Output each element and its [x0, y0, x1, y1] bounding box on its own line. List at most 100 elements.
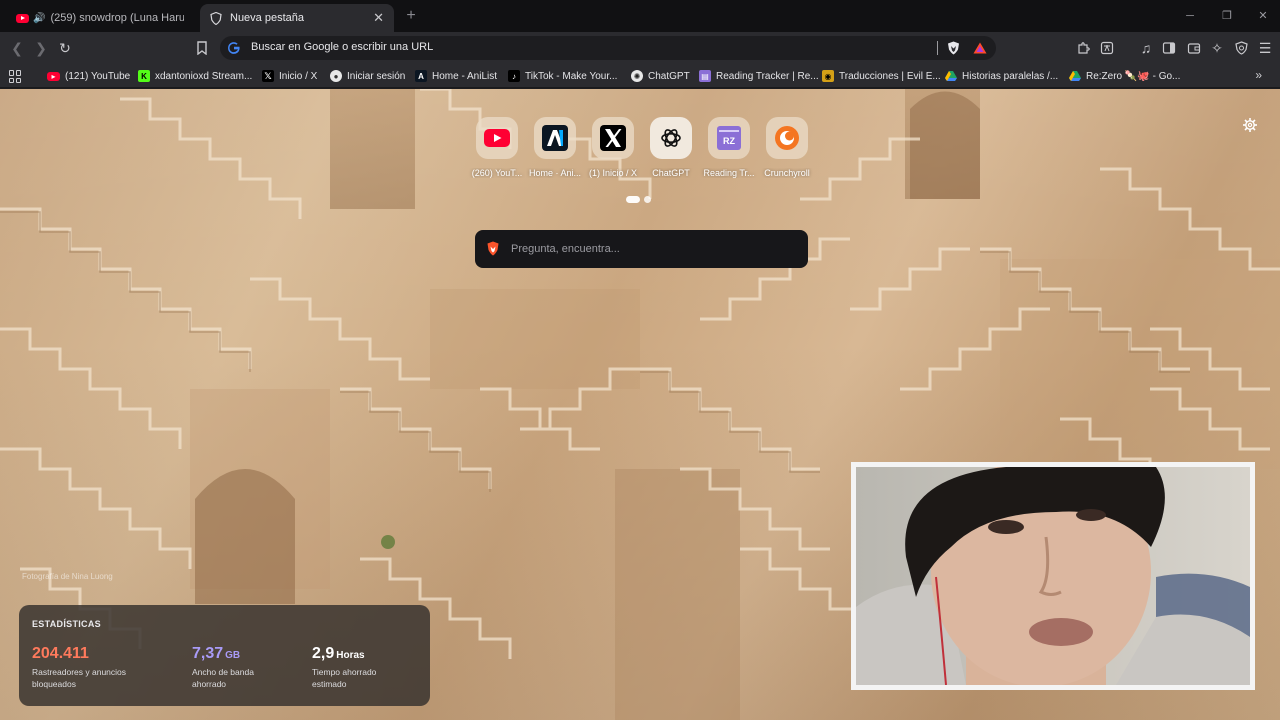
extensions-icon[interactable]: [1074, 38, 1094, 58]
stats-title: ESTADÍSTICAS: [32, 619, 101, 629]
brave-shield-icon: [210, 11, 222, 25]
bookmark-label: Historias paralelas /...: [962, 70, 1059, 82]
bookmark-label: Re:Zero 🍡🐙 - Go...: [1086, 70, 1181, 82]
site-label: Reading Tr...: [703, 168, 755, 178]
tab-strip: 🔊 (259) snowdrop (Luna Haruna X M Nueva …: [0, 0, 1280, 32]
tab-label: Nueva pestaña: [230, 12, 304, 24]
forward-icon[interactable]: ❯: [31, 38, 51, 58]
search-box: [475, 230, 808, 268]
brave-lion-icon: [487, 241, 499, 256]
minimize-button[interactable]: ─: [1180, 8, 1200, 24]
drive-icon: [1069, 71, 1081, 81]
youtube-icon: [16, 13, 29, 23]
google-icon: [228, 42, 240, 54]
top-sites: (260) YouT... Home · Ani... (1) Inicio /…: [468, 117, 813, 187]
youtube-icon: [484, 129, 510, 147]
top-site-crunchyroll[interactable]: Crunchyroll: [758, 117, 816, 178]
site-tile: [592, 117, 634, 159]
site-tile: [650, 117, 692, 159]
search-input[interactable]: [511, 240, 791, 258]
reading-tracker-icon: RZ: [717, 126, 741, 150]
chevron-double-right-icon[interactable]: »: [1255, 68, 1262, 82]
page-dot[interactable]: [644, 196, 651, 203]
menu-icon[interactable]: ☰: [1255, 38, 1275, 58]
user-circle-icon: ●: [330, 70, 342, 82]
bookmark-kick[interactable]: K xdantonioxd Stream...: [138, 68, 252, 84]
vpn-shield-icon[interactable]: [1231, 38, 1251, 58]
brave-rewards-icon[interactable]: [973, 42, 987, 54]
x-icon: [600, 125, 626, 151]
tab-youtube[interactable]: 🔊 (259) snowdrop (Luna Haruna X M: [6, 4, 194, 32]
reload-icon[interactable]: ↻: [55, 38, 75, 58]
bookmark-label: Home - AniList: [432, 70, 498, 82]
address-bar-text: Buscar en Google o escribir una URL: [251, 41, 434, 53]
kick-icon: K: [138, 70, 150, 82]
stat-description: Rastreadores y anuncios bloqueados: [32, 667, 127, 689]
sidebar-icon[interactable]: [1159, 38, 1179, 58]
stat-value: 7,37: [192, 645, 224, 662]
stat-time: 2,9 Horas Tiempo ahorrado estimado: [312, 645, 397, 690]
speaker-icon[interactable]: 🔊: [33, 13, 45, 24]
bookmark-tiktok[interactable]: ♪ TikTok - Make Your...: [508, 68, 617, 84]
top-site-x[interactable]: (1) Inicio / X: [584, 117, 642, 178]
evil-eye-icon: ◉: [822, 70, 834, 82]
divider: [937, 41, 938, 55]
leo-ai-icon[interactable]: ✧: [1207, 38, 1227, 58]
stats-card: ESTADÍSTICAS 204.411 Rastreadores y anun…: [19, 605, 430, 706]
page-dot-active[interactable]: [626, 196, 640, 203]
bookmark-login[interactable]: ● Iniciar sesión: [330, 68, 405, 84]
bookmark-label: Inicio / X: [279, 70, 318, 82]
bookmark-label: Reading Tracker | Re...: [716, 70, 819, 82]
gear-icon[interactable]: [1242, 117, 1258, 133]
stat-description: Ancho de banda ahorrado: [192, 667, 254, 689]
back-icon[interactable]: ❮: [7, 38, 27, 58]
site-tile: [766, 117, 808, 159]
photo-credit[interactable]: Fotografía de Nina Luong: [22, 572, 113, 581]
bookmark-reading-tracker[interactable]: ▤ Reading Tracker | Re...: [699, 68, 819, 84]
top-site-chatgpt[interactable]: ChatGPT: [642, 117, 700, 178]
top-site-reading-tracker[interactable]: RZ Reading Tr...: [700, 117, 758, 178]
bookmark-label: xdantonioxd Stream...: [155, 70, 253, 82]
webcam-overlay: [851, 462, 1255, 690]
new-tab-button[interactable]: +: [402, 6, 420, 26]
site-tile: RZ: [708, 117, 750, 159]
bookmark-youtube[interactable]: ▸ (121) YouTube: [47, 68, 130, 84]
stat-trackers: 204.411 Rastreadores y anuncios bloquead…: [32, 645, 142, 690]
bookmarks-bar: ▸ (121) YouTube K xdantonioxd Stream... …: [0, 64, 1280, 88]
bookmark-traducciones[interactable]: ◉ Traducciones | Evil E...: [822, 68, 941, 84]
bookmark-chatgpt[interactable]: ✺ ChatGPT: [631, 68, 690, 84]
openai-icon: ✺: [631, 70, 643, 82]
bookmark-x[interactable]: 𝕏 Inicio / X: [262, 68, 317, 84]
bookmark-icon[interactable]: [192, 38, 212, 58]
stat-value: 2,9: [312, 645, 335, 662]
top-site-youtube[interactable]: (260) YouT...: [468, 117, 526, 178]
address-bar[interactable]: Buscar en Google o escribir una URL: [220, 36, 996, 60]
window-close-button[interactable]: ✕: [1253, 8, 1273, 24]
maximize-button[interactable]: ❐: [1217, 8, 1237, 24]
bookmark-label: ChatGPT: [648, 70, 690, 82]
stat-unit: GB: [225, 650, 241, 661]
apps-grid-icon[interactable]: [9, 70, 22, 83]
bookmark-historias[interactable]: Historias paralelas /...: [945, 68, 1058, 84]
close-icon[interactable]: ✕: [373, 10, 384, 26]
bookmark-anilist[interactable]: A Home - AniList: [415, 68, 497, 84]
music-icon[interactable]: ♫: [1136, 38, 1156, 58]
stat-value: 204.411: [32, 645, 89, 662]
wallet-icon[interactable]: [1184, 38, 1204, 58]
svg-text:RZ: RZ: [723, 136, 735, 146]
site-label: (260) YouT...: [471, 168, 523, 178]
site-tile: [534, 117, 576, 159]
drive-icon: [945, 71, 957, 81]
bookmark-label: Iniciar sesión: [347, 70, 406, 82]
stat-description: Tiempo ahorrado estimado: [312, 667, 377, 689]
tiktok-icon: ♪: [508, 70, 520, 82]
brave-shields-icon[interactable]: [947, 41, 960, 55]
site-label: Crunchyroll: [764, 168, 810, 178]
youtube-icon: ▸: [47, 71, 60, 81]
pagination-dots: [626, 196, 651, 203]
tab-new-tab[interactable]: Nueva pestaña ✕: [200, 4, 394, 32]
bookmark-rezero[interactable]: Re:Zero 🍡🐙 - Go...: [1069, 68, 1180, 84]
translate-icon[interactable]: [1097, 38, 1117, 58]
bookmark-label: (121) YouTube: [65, 70, 131, 82]
top-site-anilist[interactable]: Home · Ani...: [526, 117, 584, 178]
